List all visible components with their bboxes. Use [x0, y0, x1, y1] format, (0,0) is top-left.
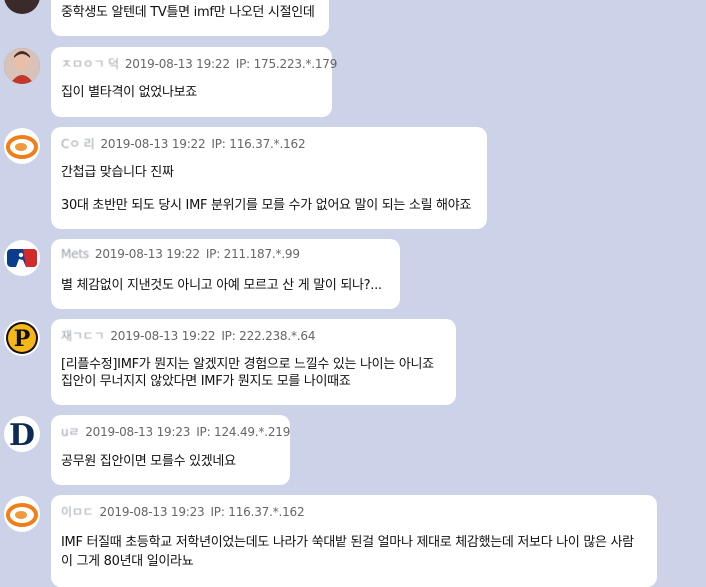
nickname[interactable]: uㄹ [61, 425, 79, 439]
nickname[interactable]: 재ㄱㄷㄱ [61, 329, 105, 343]
timestamp: 2019-08-13 19:22 [124, 57, 230, 71]
comment-text: 간첩급 맞습니다 진짜 [61, 165, 174, 180]
timestamp: 2019-08-13 19:22 [100, 137, 206, 151]
comment-text: 집안이 무너지지 않았다면 IMF가 뭔지도 모를 나이때죠 [61, 374, 351, 389]
comment-meta: Mets 2019-08-13 19:22 IP: 211.187.*.99 [61, 247, 300, 261]
comment-meta: ㅈㅁㅇㄱ 덕 2019-08-13 19:22 IP: 175.223.*.179 [61, 55, 337, 72]
nickname[interactable]: Mets [61, 247, 89, 261]
orange-swirl-avatar[interactable] [4, 496, 40, 532]
comment-text: 별 체감없이 지낸것도 아니고 아예 모르고 산 게 말이 되나?... [61, 278, 382, 293]
comment-bubble: Mets 2019-08-13 19:22 IP: 211.187.*.99 별 체… [51, 239, 400, 309]
mlb-logo-avatar[interactable] [4, 240, 40, 276]
comment-bubble: uㄹ 2019-08-13 19:23 IP: 124.49.*.219 공무원 집… [51, 415, 290, 485]
comment-text: [리플수정]IMF가 뭔지는 알겠지만 경험으로 느낄수 있는 나이는 아니죠 [61, 357, 434, 372]
comment-meta: Cㅇ 리 2019-08-13 19:22 IP: 116.37.*.162 [61, 135, 306, 152]
nickname[interactable]: Cㅇ 리 [61, 137, 95, 151]
comment-bubble: 중학생도 알텐데 TV틀면 imf만 나오던 시절인데 [51, 0, 329, 36]
comment-bubble: Cㅇ 리 2019-08-13 19:22 IP: 116.37.*.162 간첩급… [51, 127, 487, 229]
comment-bubble: ㅈㅁㅇㄱ 덕 2019-08-13 19:22 IP: 175.223.*.179 … [51, 47, 337, 117]
ip-address: IP: 124.49.*.219 [196, 425, 291, 439]
nickname[interactable]: ㅈㅁㅇㄱ 덕 [61, 57, 119, 71]
comment-bubble: 재ㄱㄷㄱ 2019-08-13 19:22 IP: 222.238.*.64 [리플… [51, 319, 456, 405]
timestamp: 2019-08-13 19:22 [110, 329, 216, 343]
ip-address: IP: 222.238.*.64 [221, 329, 316, 343]
comment-text: 30대 초반만 되도 당시 IMF 분위기를 모를 수가 없어요 말이 되는 소… [61, 198, 472, 213]
comment-meta: uㄹ 2019-08-13 19:23 IP: 124.49.*.219 [61, 423, 290, 440]
comment-text: 공무원 집안이면 모를수 있겠네요 [61, 454, 236, 469]
comment-meta: 재ㄱㄷㄱ 2019-08-13 19:22 IP: 222.238.*.64 [61, 327, 315, 344]
timestamp: 2019-08-13 19:23 [99, 505, 205, 519]
pirates-p-avatar[interactable]: P [4, 320, 40, 356]
svg-text:D: D [9, 418, 35, 452]
orange-swirl-avatar[interactable] [4, 128, 40, 164]
comment-bubble: 이ㅁㄷ 2019-08-13 19:23 IP: 116.37.*.162 IMF … [51, 495, 657, 587]
ip-address: IP: 175.223.*.179 [235, 57, 338, 71]
comment-text: 중학생도 알텐데 TV틀면 imf만 나오던 시절인데 [61, 5, 315, 20]
comment-meta: 이ㅁㄷ 2019-08-13 19:23 IP: 116.37.*.162 [61, 503, 305, 520]
svg-text:P: P [14, 326, 31, 352]
tigers-d-avatar[interactable]: D [4, 416, 40, 452]
ip-address: IP: 211.187.*.99 [205, 247, 300, 261]
person-photo-avatar[interactable] [4, 48, 40, 84]
ip-address: IP: 116.37.*.162 [210, 505, 305, 519]
timestamp: 2019-08-13 19:23 [85, 425, 191, 439]
nickname[interactable]: 이ㅁㄷ [61, 505, 94, 519]
partial-avatar[interactable] [4, 0, 40, 14]
comment-text: 집이 별타격이 없었나보죠 [61, 85, 197, 100]
comment-text: IMF 터질때 초등학교 저학년이었는데도 나라가 쑥대밭 된걸 얼마나 제대로… [61, 535, 634, 569]
ip-address: IP: 116.37.*.162 [211, 137, 306, 151]
timestamp: 2019-08-13 19:22 [94, 247, 200, 261]
